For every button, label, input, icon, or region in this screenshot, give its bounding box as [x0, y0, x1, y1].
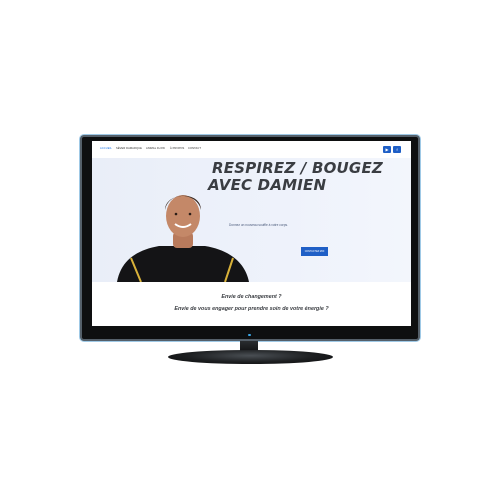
nav-item-sever-damarque[interactable]: Séver Damarque	[116, 147, 142, 150]
facebook-icon[interactable]: f	[393, 146, 401, 153]
youtube-icon[interactable]: ▶	[383, 146, 391, 153]
nav-item-contact[interactable]: Contact	[188, 147, 201, 150]
hero-title-line1: RESPIREZ / BOUGEZ	[212, 159, 383, 177]
monitor-stand-base	[168, 350, 333, 364]
intro-question-1: Envie de changement ?	[221, 294, 282, 300]
hero-title-line2: AVEC DAMIEN	[208, 176, 327, 194]
contact-button[interactable]: Contactez moi	[301, 247, 328, 256]
monitor-screen: Accueil Séver Damarque Animal Flow À pro…	[92, 141, 411, 326]
power-led	[248, 334, 251, 336]
intro-section: Envie de changement ? Envie de vous enga…	[92, 282, 411, 326]
hero-title: RESPIREZ / BOUGEZ AVEC DAMIEN	[208, 159, 383, 194]
site-navbar: Accueil Séver Damarque Animal Flow À pro…	[92, 141, 411, 159]
hero-subtitle: Donnez un nouveau souffle à votre corps.	[229, 223, 288, 227]
nav-item-accueil[interactable]: Accueil	[100, 147, 112, 150]
nav-item-a-propos[interactable]: À propos	[170, 147, 184, 150]
intro-question-2: Envie de vous engager pour prendre soin …	[174, 306, 329, 312]
hero-section: RESPIREZ / BOUGEZ AVEC DAMIEN Donnez un …	[92, 158, 411, 282]
nav-item-animal-flow[interactable]: Animal Flow	[146, 147, 165, 150]
